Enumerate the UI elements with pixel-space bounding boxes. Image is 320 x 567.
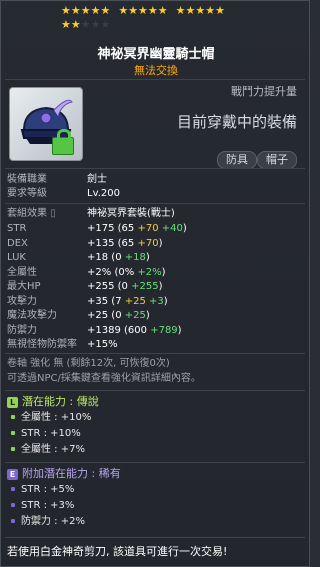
stat-close: ) [161,266,166,278]
potential-line: 全屬性 : +7% [11,443,85,457]
job-value: 劍士 [87,174,107,185]
legendary-badge-icon: L [7,397,18,408]
bonus-potential-title: E 附加潛在能力 : 稀有 [7,466,121,481]
divider [5,79,305,80]
stat-total: +135 [87,237,115,249]
star-icon: ★★★★★ [175,4,225,17]
bonus-potential-line: STR : +3% [11,499,74,513]
stat-total: +25 [87,310,109,321]
stat-base: (65 [117,223,135,234]
stat-flame-bonus: +255 [131,281,159,292]
stat-label: DEX [7,237,28,249]
stat-base: (0 [111,310,122,321]
stat-base: (600 [124,324,148,336]
potential-title: L 潛在能力 : 傳說 [7,394,99,409]
stat-flame-bonus: +2% [137,266,162,278]
stat-close: ) [182,223,187,234]
stat-row: 攻擊力 +35 (7 +25 +3) [7,295,168,309]
stat-label: 無視怪物防禦率 [7,339,77,350]
stat-total: +35 [87,295,109,307]
stat-flame-bonus: +25 [124,310,146,321]
potential-line: STR : +10% [11,427,81,441]
level-label: 要求等級 [7,188,47,199]
stat-total: +2% [87,266,112,278]
divider [5,168,305,169]
stat-label: 攻擊力 [7,295,37,307]
divider [5,353,305,354]
divider [5,203,305,204]
stat-close: ) [158,281,163,292]
star-icon: ★★★★★ [61,4,111,17]
stat-row: 最大HP +255 (0 +255) [7,280,162,294]
stat-row: 魔法攻擊力 +25 (0 +25) [7,309,150,323]
stat-close: ) [163,295,168,307]
stat-row: 全屬性 +2% (0% +2%) [7,266,166,280]
set-label: 套組效果 ▯ [7,208,56,219]
stat-flame-bonus: +18 [124,252,146,263]
rare-badge-icon: E [7,469,18,480]
potential-line: 全屬性 : +10% [11,411,91,425]
stat-label: STR [7,223,27,234]
stat-scroll-bonus: +25 [124,295,146,307]
lock-icon [52,129,74,155]
level-row: 要求等級 Lv.200 [7,187,120,201]
item-tooltip: ★★★★★ ★★★★★ ★★★★★ ★★★★★ 神祕冥界幽靈騎士帽 無法交換 戰鬥力… [0,0,310,567]
upgrade-info: 卷軸 強化 無 (剩餘12次, 可恢復0次) [7,358,170,369]
stat-close: ) [158,237,163,249]
stat-flame-bonus: +3 [149,295,164,307]
stat-label: 防禦力 [7,324,37,336]
stat-close: ) [177,324,182,336]
divider [5,537,305,538]
stat-base: (0 [111,252,122,263]
bonus-potential-line: STR : +5% [11,483,74,497]
stat-total: +175 [87,223,115,234]
set-value: 神祕冥界套裝(戰士) [87,208,175,219]
item-name: 神祕冥界幽靈騎士帽 [97,47,215,62]
stat-row: STR +175 (65 +70 +40) [7,222,187,236]
stat-label: 全屬性 [7,266,37,278]
level-value: Lv.200 [87,188,120,199]
stat-row: DEX +135 (65 +70) [7,237,163,251]
starforce-stars: ★★★★★ ★★★★★ ★★★★★ ★★★★★ [1,4,311,32]
tag-hat: 帽子 [257,151,297,169]
stat-row: 防禦力 +1389 (600 +789) [7,324,182,338]
stat-total: +15% [87,339,118,350]
currently-equipped-label: 目前穿戴中的裝備 [176,113,297,131]
stat-flame-bonus: +789 [150,324,178,336]
stat-scroll-bonus: +70 [137,223,159,234]
stat-label: 最大HP [7,281,41,292]
star-icon: ★★ [61,18,81,31]
stat-base: (7 [111,295,122,307]
trade-status: 無法交換 [134,64,178,77]
stat-total: +255 [87,281,115,292]
document-icon: ▯ [50,208,56,219]
star-row-1: ★★★★★ ★★★★★ ★★★★★ [1,4,311,18]
tag-armor: 防具 [217,151,257,169]
job-label: 裝備職業 [7,174,47,185]
stat-flame-bonus: +40 [161,223,183,234]
divider [5,462,305,463]
stat-base: (65 [117,237,135,249]
stat-total: +18 [87,252,109,263]
stat-close: ) [145,252,150,263]
star-icon: ★★★★★ [118,4,168,17]
star-row-2: ★★★★★ [1,18,311,32]
combat-power-label: 戰鬥力提升量 [231,85,297,98]
set-row[interactable]: 套組效果 ▯ 神祕冥界套裝(戰士) [7,207,175,221]
scissors-hint: 若使用白金神奇剪刀, 該道具可進行一次交易! [7,545,228,558]
stat-row: LUK +18 (0 +18) [7,251,150,265]
bonus-potential-line: 防禦力 : +2% [11,515,85,529]
divider [5,390,305,391]
stat-label: LUK [7,252,26,263]
empty-star-icon: ★★★ [80,18,111,31]
stat-base: (0% [114,266,135,278]
stat-close: ) [145,310,150,321]
job-row: 裝備職業 劍士 [7,173,107,187]
stat-scroll-bonus: +70 [137,237,159,249]
stat-base: (0 [117,281,128,292]
stat-total: +1389 [87,324,121,336]
stat-row: 無視怪物防禦率 +15% [7,338,118,352]
stat-label: 魔法攻擊力 [7,310,57,321]
upgrade-hint: 可透過NPC/採集鍵查看強化資訊詳細內容。 [7,373,201,384]
